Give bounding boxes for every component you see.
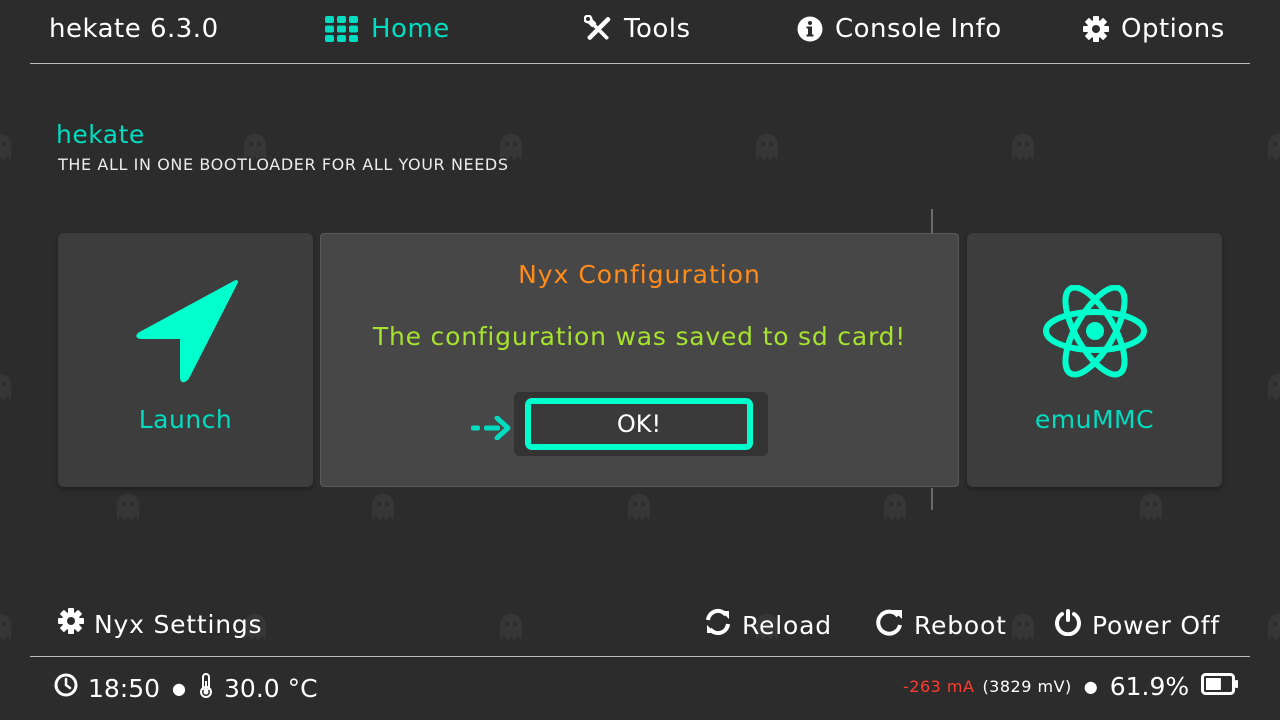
- info-icon: [797, 16, 823, 42]
- apps-grid-icon: [325, 16, 359, 42]
- background-ghost: [115, 492, 141, 522]
- dialog-title: Nyx Configuration: [518, 260, 761, 289]
- separator: [931, 209, 933, 233]
- background-ghost: [1266, 372, 1280, 402]
- battery-percentage: 61.9%: [1109, 672, 1190, 701]
- tab-options-label: Options: [1121, 14, 1225, 44]
- background-ghost: [754, 132, 780, 162]
- status-right: -263 mA (3829 mV) ● 61.9%: [903, 672, 1239, 701]
- launch-label: Launch: [138, 405, 233, 434]
- temperature: 30.0 °C: [224, 673, 318, 703]
- background-ghost: [1266, 612, 1280, 642]
- tab-tools-label: Tools: [624, 14, 691, 44]
- reload-icon: [704, 608, 732, 642]
- tab-options[interactable]: Options: [1083, 14, 1225, 44]
- reboot-button[interactable]: Reboot: [876, 608, 1007, 642]
- background-ghost: [626, 492, 652, 522]
- page-subtitle: THE ALL IN ONE BOOTLOADER FOR ALL YOUR N…: [58, 155, 509, 174]
- tab-console-info[interactable]: Console Info: [797, 14, 1002, 44]
- gear-icon: [1083, 16, 1109, 42]
- dialog-message: The configuration was saved to sd card!: [372, 322, 907, 351]
- reload-button[interactable]: Reload: [704, 608, 832, 642]
- footer-divider: [30, 656, 1250, 657]
- separator: [931, 488, 933, 510]
- background-ghost: [882, 492, 908, 522]
- top-bar: hekate 6.3.0 Home Tools Console Info Opt…: [0, 0, 1280, 64]
- emummc-label: emuMMC: [1034, 405, 1155, 434]
- nyx-configuration-dialog: Nyx Configuration The configuration was …: [320, 233, 959, 487]
- background-ghost: [498, 612, 524, 642]
- page-title: hekate: [56, 120, 145, 149]
- reboot-label: Reboot: [914, 610, 1007, 640]
- tools-icon: [584, 15, 612, 43]
- battery-voltage: (3829 mV): [982, 677, 1072, 696]
- tab-tools[interactable]: Tools: [584, 14, 691, 44]
- status-left: 18:50 ● 30.0 °C: [54, 672, 318, 704]
- tab-home-label: Home: [371, 14, 450, 44]
- ok-button-label: OK!: [616, 410, 662, 438]
- tab-home[interactable]: Home: [325, 14, 450, 44]
- nyx-settings-label: Nyx Settings: [94, 609, 263, 639]
- ok-button[interactable]: OK!: [525, 398, 753, 450]
- background-ghost: [1010, 612, 1036, 642]
- background-ghost: [1138, 492, 1164, 522]
- background-ghost: [0, 132, 13, 162]
- background-ghost: [370, 492, 396, 522]
- separator-dot: ●: [1083, 677, 1098, 696]
- focus-arrow-icon: [471, 416, 511, 440]
- atom-icon: [1043, 285, 1147, 378]
- emummc-tile[interactable]: emuMMC: [967, 233, 1222, 487]
- battery-current: -263 mA: [903, 677, 975, 696]
- background-ghost: [1010, 132, 1036, 162]
- ok-button-frame: OK!: [514, 392, 768, 456]
- launch-tile[interactable]: Launch: [58, 233, 313, 487]
- navigation-arrow-icon: [136, 280, 238, 383]
- background-ghost: [1266, 132, 1280, 162]
- gear-icon: [58, 608, 84, 640]
- power-off-label: Power Off: [1092, 610, 1221, 640]
- header-divider: [30, 63, 1250, 64]
- nyx-settings-button[interactable]: Nyx Settings: [58, 608, 262, 640]
- power-icon: [1054, 608, 1082, 642]
- background-ghost: [0, 372, 13, 402]
- thermometer-icon: [198, 672, 214, 704]
- separator-dot: ●: [172, 678, 187, 698]
- power-off-button[interactable]: Power Off: [1054, 608, 1220, 642]
- clock-time: 18:50: [88, 673, 161, 703]
- battery-icon: [1201, 672, 1239, 701]
- app-version: hekate 6.3.0: [49, 14, 219, 44]
- background-ghost: [0, 612, 13, 642]
- clock-icon: [54, 673, 78, 703]
- tab-console-info-label: Console Info: [835, 14, 1002, 44]
- reboot-icon: [876, 608, 904, 642]
- reload-label: Reload: [742, 610, 832, 640]
